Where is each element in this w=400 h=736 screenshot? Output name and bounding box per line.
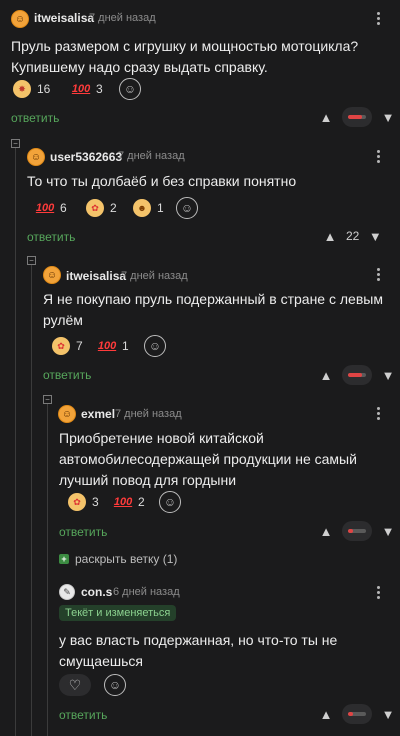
comment-time: 7 дней назад — [118, 150, 185, 162]
more-options-icon[interactable] — [370, 405, 386, 421]
reaction-chip[interactable]: ✿ 3 — [66, 491, 101, 513]
upvote-icon[interactable]: ▲ — [316, 704, 336, 724]
reply-button[interactable]: ответить — [59, 708, 107, 722]
more-options-icon[interactable] — [370, 584, 386, 600]
vote-ratio — [342, 704, 372, 724]
reaction-count: 2 — [138, 495, 145, 509]
reaction-count: 6 — [60, 201, 67, 215]
username[interactable]: con.s — [81, 585, 112, 599]
comment-text: у вас власть подержанная, но что-то ты н… — [59, 632, 338, 669]
username[interactable]: user5362663 — [50, 150, 122, 164]
exploding-face-icon: ✸ — [13, 80, 31, 98]
downvote-icon[interactable]: ▼ — [378, 107, 398, 127]
vote-ratio — [342, 521, 372, 541]
add-reaction-icon[interactable]: ☺ — [119, 78, 141, 100]
user-avatar[interactable]: ☺ — [58, 405, 76, 423]
reaction-count: 7 — [76, 339, 83, 353]
upvote-icon[interactable]: ▲ — [316, 521, 336, 541]
reply-button[interactable]: ответить — [43, 368, 91, 382]
comment-time: 6 дней назад — [113, 586, 180, 598]
upvote-icon[interactable]: ▲ — [316, 107, 336, 127]
thread-line[interactable] — [31, 262, 32, 736]
add-reaction-icon[interactable]: ☺ — [176, 197, 198, 219]
vote-ratio — [342, 365, 372, 385]
reply-button[interactable]: ответить — [27, 230, 75, 244]
clown-face-icon: ✿ — [86, 199, 104, 217]
vote-widget: ▲ ▼ — [316, 521, 398, 541]
add-reaction-icon[interactable]: ☺ — [104, 674, 126, 696]
downvote-icon[interactable]: ▼ — [365, 226, 385, 246]
thread-line[interactable] — [15, 145, 16, 736]
hundred-icon: 100 — [35, 202, 55, 214]
comment-text: То что ты долбаёб и без справки понятно — [27, 173, 297, 189]
hundred-icon: 100 — [113, 496, 133, 508]
upvote-icon[interactable]: ▲ — [320, 226, 340, 246]
username[interactable]: exmel — [81, 407, 115, 421]
user-avatar[interactable]: ☺ — [43, 266, 61, 284]
hundred-icon: 100 — [97, 340, 117, 352]
reaction-chip[interactable]: 100 2 — [112, 491, 147, 513]
reaction-chip[interactable]: 100 1 — [96, 335, 131, 357]
comment-time: 7 дней назад — [89, 12, 156, 24]
reaction-chip[interactable]: ✸ 16 — [11, 78, 52, 100]
reaction-count: 16 — [37, 82, 51, 96]
reply-button[interactable]: ответить — [11, 111, 59, 125]
smiling-face-icon: ☻ — [133, 199, 151, 217]
comment-text: Пруль размером с игрушку и мощностью мот… — [11, 38, 359, 75]
reaction-count: 1 — [122, 339, 129, 353]
reaction-chip[interactable]: 100 6 — [34, 197, 69, 219]
username[interactable]: itweisalisa — [66, 269, 126, 283]
reaction-chip[interactable]: ✿ 7 — [50, 335, 85, 357]
vote-ratio — [342, 107, 372, 127]
more-options-icon[interactable] — [370, 148, 386, 164]
expand-icon: + — [59, 554, 69, 564]
user-note-badge: Текёт и изменяеться — [59, 605, 177, 621]
comment-time: 7 дней назад — [121, 270, 188, 282]
hundred-icon: 100 — [71, 83, 91, 95]
heart-icon[interactable]: ♡ — [59, 674, 91, 696]
reaction-chip[interactable]: 100 3 — [70, 78, 105, 100]
vote-widget: ▲ ▼ — [316, 704, 398, 724]
reaction-chip[interactable]: ☻ 1 — [131, 197, 166, 219]
collapse-thread-icon[interactable]: − — [11, 139, 20, 148]
vote-widget: ▲ ▼ — [316, 107, 398, 127]
expand-thread-label: раскрыть ветку (1) — [75, 552, 178, 566]
upvote-icon[interactable]: ▲ — [316, 365, 336, 385]
add-reaction-icon[interactable]: ☺ — [159, 491, 181, 513]
vote-widget: ▲ 22 ▼ — [320, 226, 385, 246]
user-avatar[interactable]: ✎ — [59, 584, 75, 600]
collapse-thread-icon[interactable]: − — [43, 395, 52, 404]
clown-face-icon: ✿ — [52, 337, 70, 355]
downvote-icon[interactable]: ▼ — [378, 365, 398, 385]
add-reaction-icon[interactable]: ☺ — [144, 335, 166, 357]
downvote-icon[interactable]: ▼ — [378, 704, 398, 724]
more-options-icon[interactable] — [370, 10, 386, 26]
thread-line[interactable] — [47, 401, 48, 736]
reaction-count: 2 — [110, 201, 117, 215]
vote-widget: ▲ ▼ — [316, 365, 398, 385]
comment-time: 7 дней назад — [115, 408, 182, 420]
reaction-count: 1 — [157, 201, 164, 215]
comment-text: Я не покупаю пруль подержанный в стране … — [43, 291, 383, 328]
comment-text: Приобретение новой китайской автомобилес… — [59, 430, 357, 488]
username[interactable]: itweisalisa — [34, 11, 94, 25]
reaction-chip[interactable]: ✿ 2 — [84, 197, 119, 219]
more-options-icon[interactable] — [370, 266, 386, 282]
downvote-icon[interactable]: ▼ — [378, 521, 398, 541]
expand-thread-button[interactable]: + раскрыть ветку (1) — [59, 552, 177, 566]
user-avatar[interactable]: ☺ — [27, 148, 45, 166]
vote-count: 22 — [346, 229, 360, 243]
user-avatar[interactable]: ☺ — [11, 10, 29, 28]
reaction-count: 3 — [92, 495, 99, 509]
clown-face-icon: ✿ — [68, 493, 86, 511]
reaction-count: 3 — [96, 82, 103, 96]
collapse-thread-icon[interactable]: − — [27, 256, 36, 265]
reply-button[interactable]: ответить — [59, 525, 107, 539]
